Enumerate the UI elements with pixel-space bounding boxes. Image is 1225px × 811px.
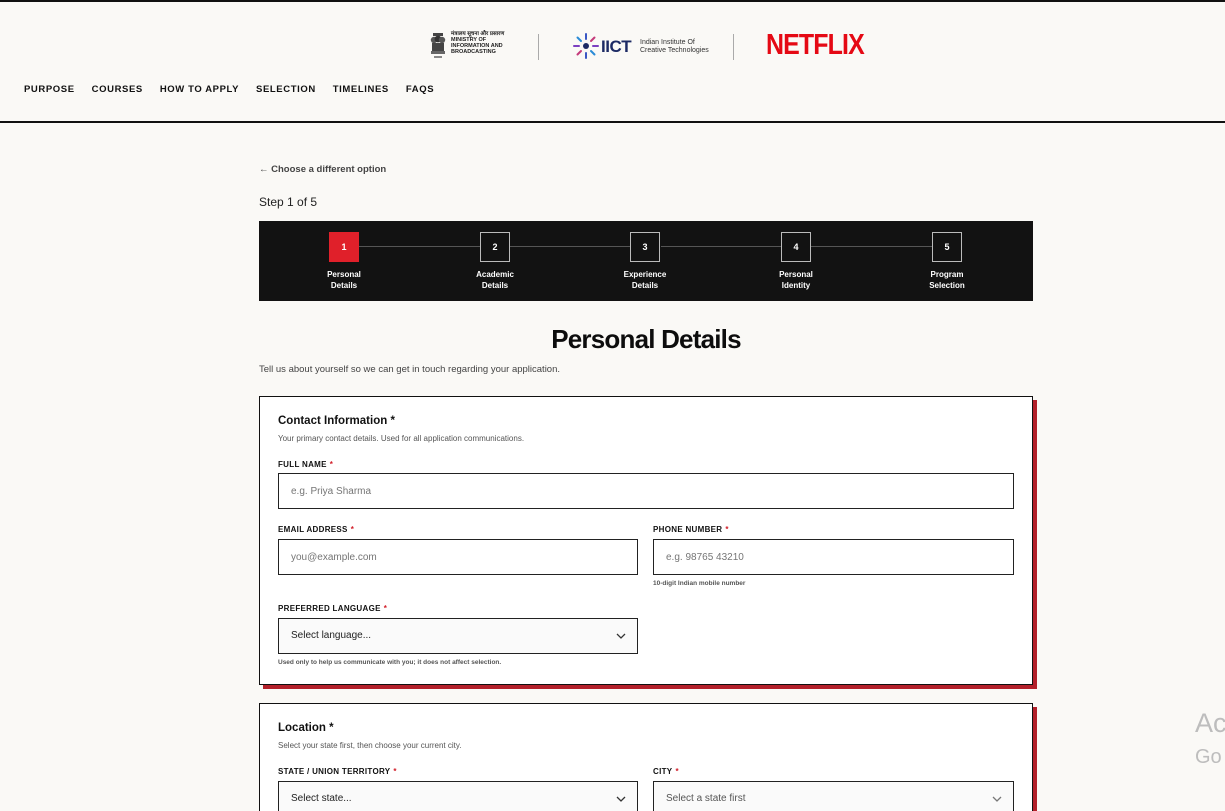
step-program-selection[interactable]: 5 Program Selection [907, 232, 987, 291]
national-emblem-icon [430, 33, 446, 58]
phone-hint: 10-digit Indian mobile number [653, 580, 746, 587]
iict-subtitle: Indian Institute Of Creative Technologie… [640, 39, 709, 54]
ministry-logo[interactable]: मंत्रालय सूचना और प्रसारण MINISTRY OF IN… [428, 28, 508, 64]
contact-information-card: Contact Information * Your primary conta… [259, 396, 1033, 685]
iict-wordmark: IICT [601, 37, 632, 56]
chevron-down-icon [616, 796, 626, 802]
email-label: EMAIL ADDRESS * [278, 525, 355, 534]
activate-windows-watermark-line1: Ac [1195, 708, 1225, 738]
nav-selection[interactable]: SELECTION [256, 84, 316, 95]
nav-how-to-apply[interactable]: HOW TO APPLY [160, 84, 239, 95]
logo-divider [733, 34, 734, 60]
step-number: 1 [329, 232, 359, 262]
chevron-down-icon [616, 633, 626, 639]
full-name-label: FULL NAME * [278, 460, 334, 469]
step-label: Program Selection [929, 270, 965, 290]
language-select[interactable]: Select language... [278, 618, 638, 654]
state-select-value: Select state... [291, 793, 352, 804]
step-number: 3 [630, 232, 660, 262]
step-number: 2 [480, 232, 510, 262]
language-label: PREFERRED LANGUAGE * [278, 604, 388, 613]
card-subtitle: Select your state first, then choose you… [278, 741, 462, 750]
city-select[interactable]: Select a state first [653, 781, 1014, 811]
language-hint: Used only to help us communicate with yo… [278, 659, 502, 666]
iict-burst-icon [573, 33, 599, 59]
netflix-logo[interactable]: NETFLIX [766, 29, 865, 62]
iict-logo[interactable]: IICT Indian Institute Of Creative Techno… [571, 30, 711, 64]
partner-logos: मंत्रालय सूचना और प्रसारण MINISTRY OF IN… [0, 26, 1225, 70]
page-subtitle: Tell us about yourself so we can get in … [259, 364, 561, 375]
city-label: CITY * [653, 767, 679, 776]
language-select-value: Select language... [291, 630, 372, 641]
state-select[interactable]: Select state... [278, 781, 638, 811]
phone-label: PHONE NUMBER * [653, 525, 729, 534]
phone-input[interactable] [653, 539, 1014, 575]
activate-windows-watermark-line2: Go [1195, 746, 1222, 768]
state-label: STATE / UNION TERRITORY * [278, 767, 397, 776]
step-number: 4 [781, 232, 811, 262]
location-card: Location * Select your state first, then… [259, 703, 1033, 811]
main-nav: PURPOSE COURSES HOW TO APPLY SELECTION T… [24, 84, 451, 95]
chevron-down-icon [992, 796, 1002, 802]
site-header: मंत्रालय सूचना और प्रसारण MINISTRY OF IN… [0, 2, 1225, 123]
nav-timelines[interactable]: TIMELINES [333, 84, 389, 95]
page-title: Personal Details [551, 324, 741, 354]
step-number: 5 [932, 232, 962, 262]
city-select-value: Select a state first [666, 793, 746, 804]
step-label: Personal Identity [779, 270, 813, 290]
step-label: Experience Details [623, 270, 667, 290]
logo-divider [538, 34, 539, 60]
nav-purpose[interactable]: PURPOSE [24, 84, 75, 95]
email-input[interactable] [278, 539, 638, 575]
step-label: Personal Details [327, 270, 361, 290]
card-title: Contact Information * [278, 415, 395, 427]
step-experience-details[interactable]: 3 Experience Details [605, 232, 685, 291]
step-personal-identity[interactable]: 4 Personal Identity [756, 232, 836, 291]
card-title: Location * [278, 722, 334, 734]
choose-different-option-link[interactable]: ← Choose a different option [259, 164, 386, 175]
nav-faqs[interactable]: FAQS [406, 84, 434, 95]
full-name-input[interactable] [278, 473, 1014, 509]
nav-courses[interactable]: COURSES [92, 84, 143, 95]
ministry-text: मंत्रालय सूचना और प्रसारण MINISTRY OF IN… [451, 31, 505, 55]
progress-stepper: 1 Personal Details 2 Academic Details 3 Ex… [259, 221, 1033, 301]
step-personal-details[interactable]: 1 Personal Details [304, 232, 384, 291]
step-label: Academic Details [476, 270, 514, 290]
step-counter: Step 1 of 5 [259, 195, 318, 209]
step-academic-details[interactable]: 2 Academic Details [455, 232, 535, 291]
card-subtitle: Your primary contact details. Used for a… [278, 434, 525, 443]
